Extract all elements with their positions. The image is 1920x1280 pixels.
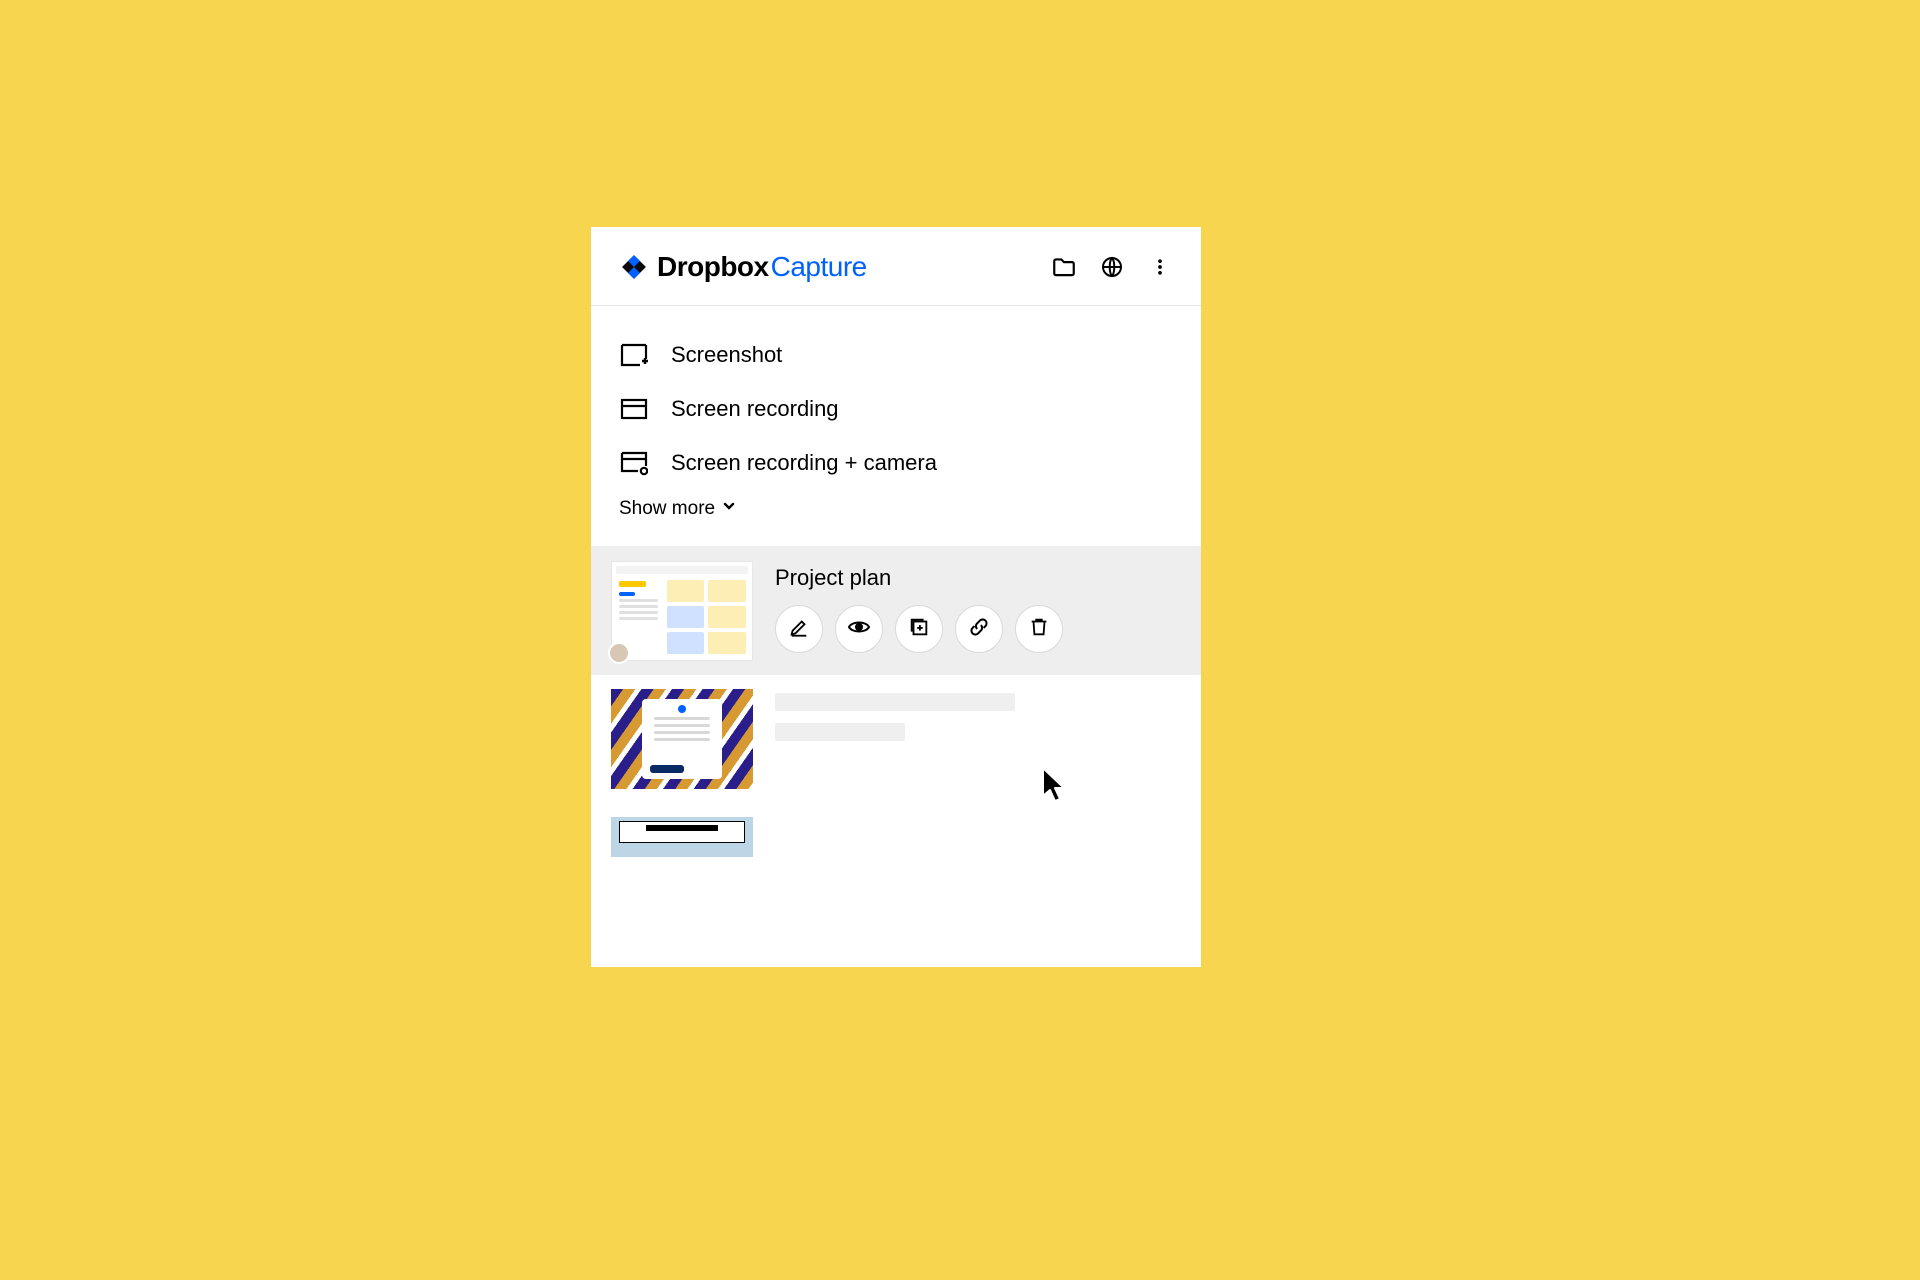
header: DropboxCapture [591,227,1201,306]
option-screen-recording[interactable]: Screen recording [619,382,1173,436]
captures-list: Project plan [591,546,1201,857]
option-label: Screen recording [671,396,839,422]
capture-title: Project plan [775,565,1181,591]
capture-thumbnail [611,817,753,857]
add-to-collection-button[interactable] [895,605,943,653]
header-actions [1051,254,1173,280]
trash-icon [1028,616,1050,643]
option-label: Screenshot [671,342,782,368]
pencil-icon [788,616,810,643]
presenter-avatar [608,642,630,664]
more-vertical-icon[interactable] [1147,254,1173,280]
capture-item-project-plan[interactable]: Project plan [591,547,1201,675]
brand-text: DropboxCapture [657,251,867,283]
capture-thumbnail [611,561,753,661]
option-screenshot[interactable]: Screenshot [619,328,1173,382]
add-collection-icon [908,616,930,643]
brand-primary: Dropbox [657,251,769,282]
capture-item[interactable] [591,803,1201,857]
dropbox-logo-icon [619,252,649,282]
capture-panel: DropboxCapture [591,227,1201,967]
eye-icon [847,615,871,644]
brand-logo: DropboxCapture [619,251,867,283]
delete-button[interactable] [1015,605,1063,653]
copy-link-button[interactable] [955,605,1003,653]
edit-button[interactable] [775,605,823,653]
brand-secondary: Capture [771,251,867,282]
screenshot-icon [619,342,649,368]
placeholder-line [775,693,1015,711]
link-icon [968,616,990,643]
placeholder-line [775,723,905,741]
capture-actions [775,605,1181,653]
option-screen-recording-camera[interactable]: Screen recording + camera [619,436,1173,490]
globe-icon[interactable] [1099,254,1125,280]
folder-icon[interactable] [1051,254,1077,280]
show-more-button[interactable]: Show more [619,490,1173,538]
screen-recording-camera-icon [619,450,649,476]
option-label: Screen recording + camera [671,450,937,476]
show-more-label: Show more [619,498,715,520]
view-button[interactable] [835,605,883,653]
capture-thumbnail [611,689,753,789]
screen-recording-icon [619,396,649,422]
capture-item[interactable] [591,675,1201,803]
chevron-down-icon [721,498,737,520]
capture-options: Screenshot Screen recording Screen recor… [591,306,1201,546]
